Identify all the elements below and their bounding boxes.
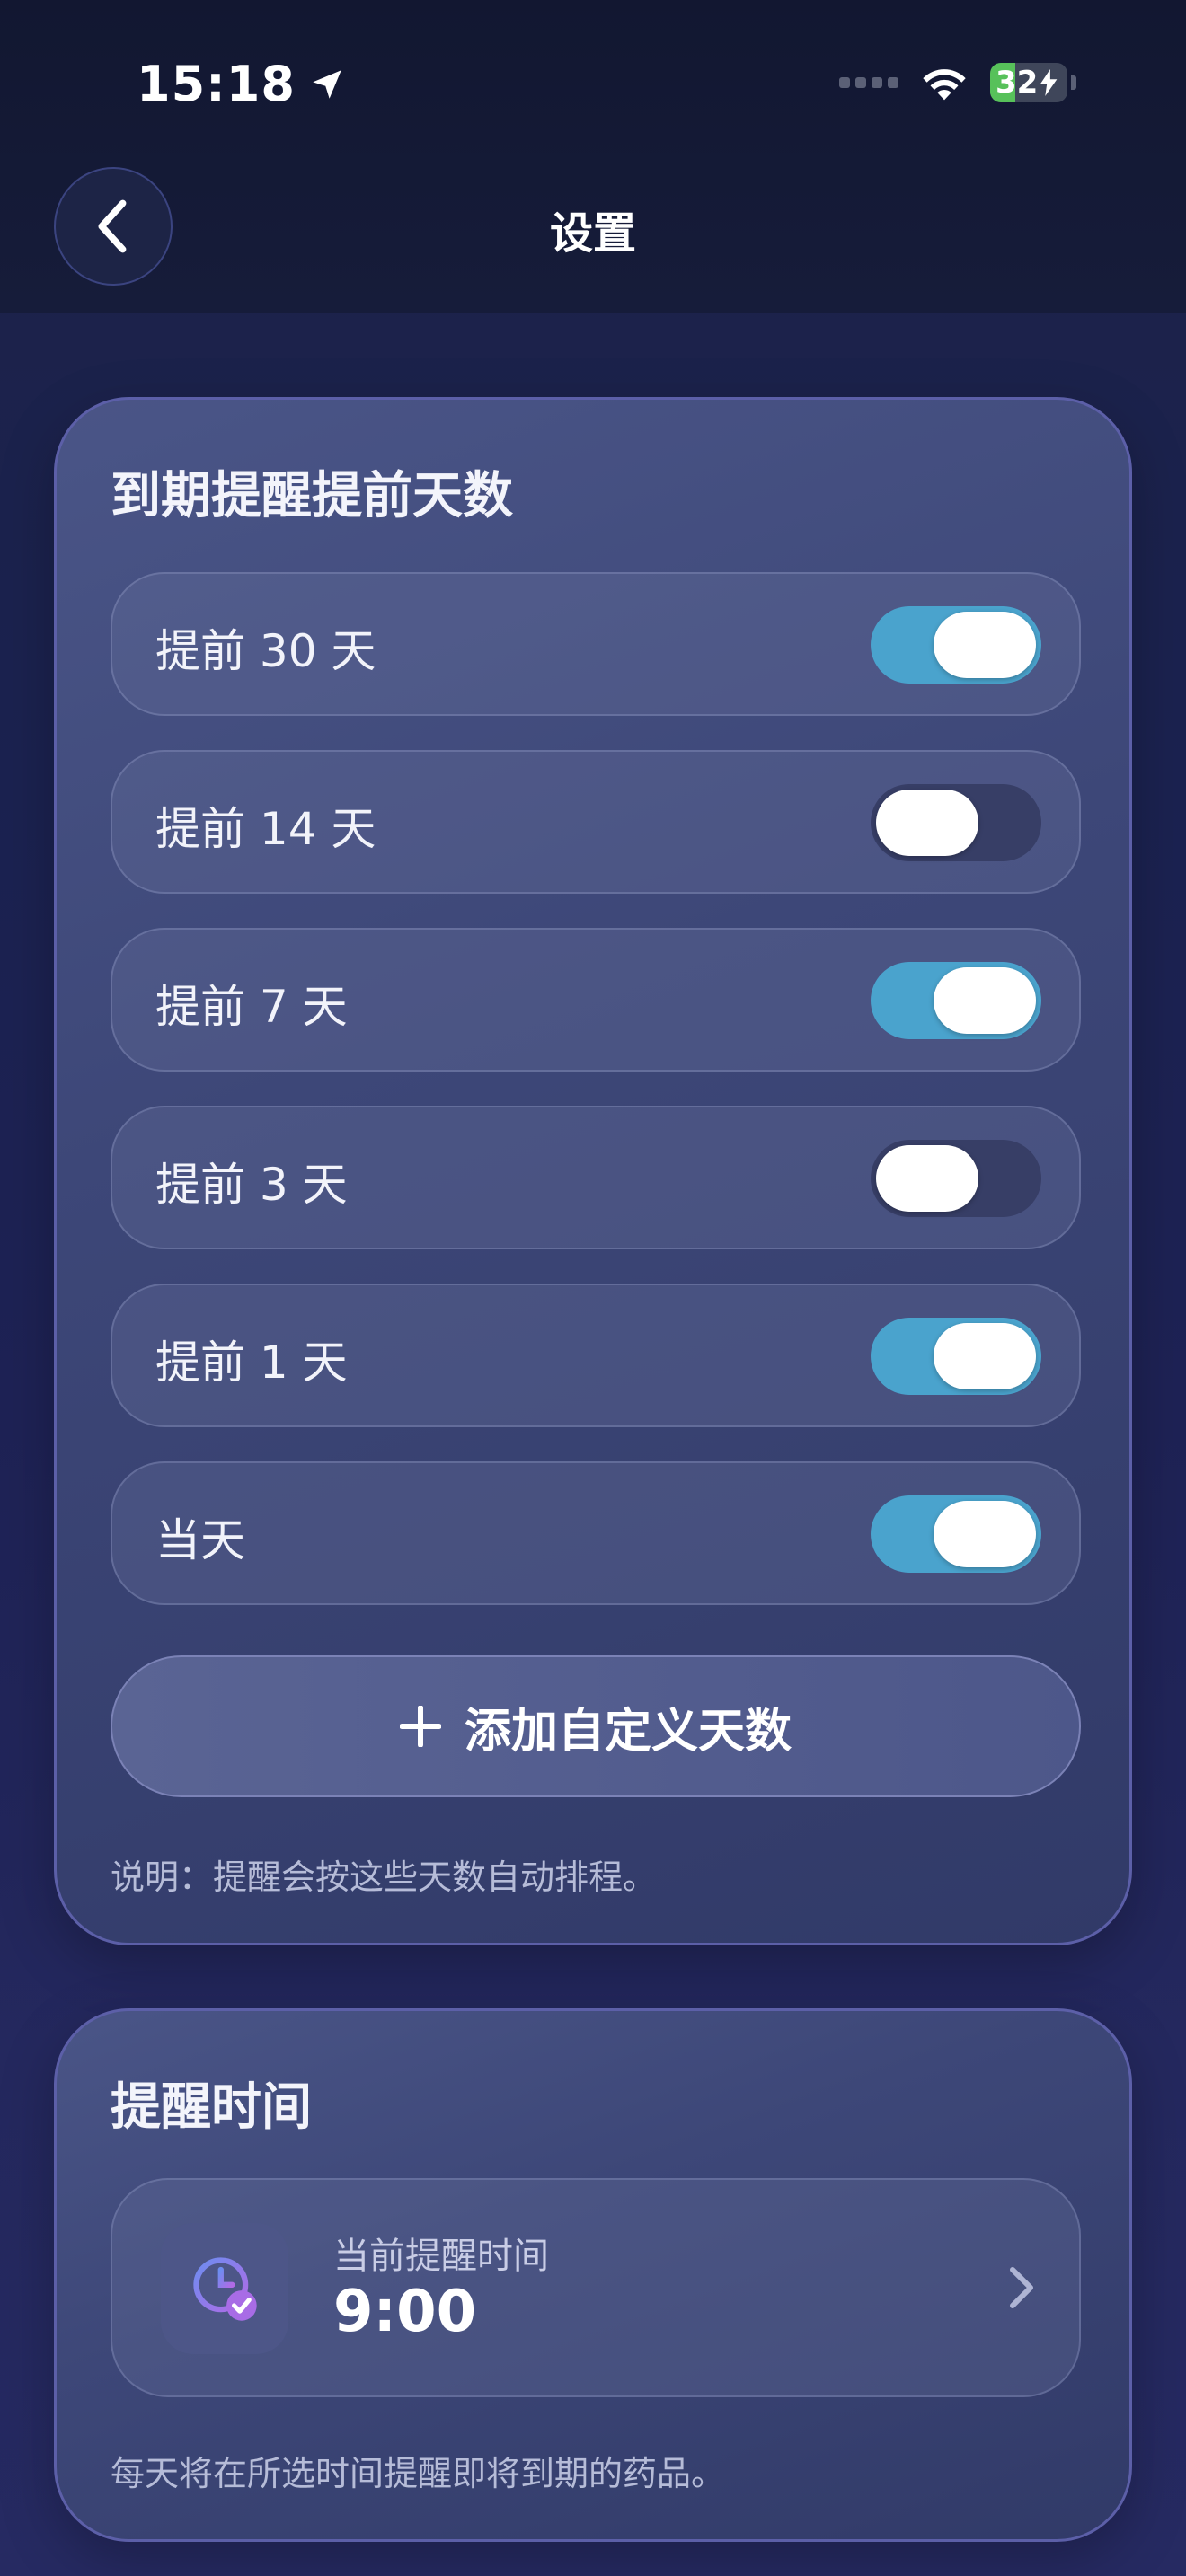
- chevron-right-icon: [1010, 2267, 1033, 2308]
- cellular-signal-icon: [839, 77, 898, 88]
- battery-level-text: 32: [996, 65, 1039, 101]
- reminder-toggle-7[interactable]: [871, 962, 1041, 1039]
- time-note: 每天将在所选时间提醒即将到期的药品。: [111, 2454, 726, 2493]
- reminder-label: 提前 1 天: [155, 1337, 348, 1389]
- time-card-title: 提醒时间: [111, 2078, 312, 2137]
- reminder-toggle-30[interactable]: [871, 606, 1041, 684]
- reminder-label: 当天: [155, 1514, 245, 1566]
- current-time-value: 9:00: [333, 2279, 477, 2345]
- reminder-label: 提前 3 天: [155, 1159, 348, 1211]
- expiry-reminder-card: 到期提醒提前天数 提前 30 天 提前 14 天 提前 7 天 提前 3 天 提…: [54, 397, 1132, 1945]
- top-bar: 15:18 32 设置: [0, 0, 1186, 313]
- toggle-knob: [876, 790, 978, 856]
- toggle-knob: [934, 612, 1036, 678]
- current-time-label: 当前提醒时间: [333, 2236, 549, 2277]
- battery-cap: [1071, 75, 1076, 90]
- reminder-row-14: 提前 14 天: [111, 750, 1081, 894]
- reminder-label: 提前 14 天: [155, 803, 376, 855]
- toggle-knob: [934, 967, 1036, 1034]
- reminder-row-1: 提前 1 天: [111, 1284, 1081, 1427]
- reminder-time-row[interactable]: 当前提醒时间 9:00: [111, 2178, 1081, 2397]
- reminder-toggle-3[interactable]: [871, 1140, 1041, 1217]
- plus-icon: [399, 1706, 441, 1747]
- toggle-knob: [934, 1501, 1036, 1567]
- clock-icon-box: [161, 2223, 288, 2354]
- status-time-text: 15:18: [137, 56, 296, 112]
- battery-icon: 32: [990, 63, 1067, 102]
- reminder-row-7: 提前 7 天: [111, 928, 1081, 1072]
- reminder-time-card: 提醒时间 当前提醒时间 9:00 每天将在所选时间提醒即将到期的药品。: [54, 2008, 1132, 2542]
- reminder-toggle-14[interactable]: [871, 784, 1041, 861]
- page-title: 设置: [549, 208, 636, 259]
- wifi-icon: [923, 69, 966, 101]
- reminder-row-30: 提前 30 天: [111, 572, 1081, 716]
- status-time: 15:18: [137, 56, 346, 112]
- reminder-toggle-same-day[interactable]: [871, 1495, 1041, 1573]
- clock-check-icon: [193, 2257, 257, 2321]
- reminder-row-same-day: 当天: [111, 1461, 1081, 1605]
- status-icons: 32: [839, 63, 1076, 102]
- charging-bolt-icon: [1040, 69, 1058, 96]
- expiry-card-title: 到期提醒提前天数: [111, 467, 513, 525]
- reminder-label: 提前 30 天: [155, 625, 376, 677]
- add-custom-days-label: 添加自定义天数: [464, 1704, 792, 1759]
- reminder-label: 提前 7 天: [155, 981, 348, 1033]
- toggle-knob: [934, 1323, 1036, 1389]
- location-arrow-icon: [313, 69, 341, 99]
- expiry-note: 说明：提醒会按这些天数自动排程。: [111, 1857, 658, 1897]
- reminder-toggle-1[interactable]: [871, 1318, 1041, 1395]
- toggle-knob: [876, 1145, 978, 1212]
- add-custom-days-button[interactable]: 添加自定义天数: [111, 1655, 1081, 1797]
- reminder-row-3: 提前 3 天: [111, 1106, 1081, 1249]
